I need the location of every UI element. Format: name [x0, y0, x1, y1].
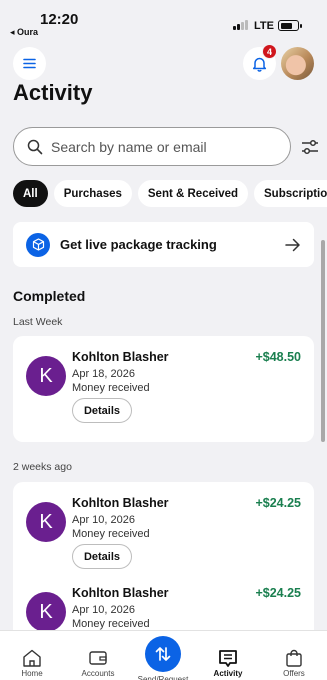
- contact-avatar: K: [26, 592, 66, 632]
- back-to-app-link[interactable]: ◂ Oura: [10, 27, 38, 38]
- wallet-icon: [89, 651, 107, 665]
- transaction-date: Apr 18, 2026: [72, 368, 135, 380]
- contact-name: Kohlton Blasher: [72, 350, 169, 364]
- transaction-type: Money received: [72, 618, 150, 630]
- transaction-card[interactable]: K Kohlton Blasher Apr 18, 2026 Money rec…: [13, 336, 314, 442]
- status-bar: 12:20 ◂ Oura LTE: [0, 0, 327, 40]
- search-input[interactable]: [51, 138, 271, 155]
- filter-chips: All Purchases Sent & Received Subscripti…: [13, 180, 327, 208]
- completed-heading: Completed: [13, 288, 86, 304]
- battery-icon: [278, 20, 302, 31]
- contact-name: Kohlton Blasher: [72, 496, 169, 510]
- tab-activity-label: Activity: [213, 669, 243, 678]
- transaction-row[interactable]: K Kohlton Blasher Apr 10, 2026 Money rec…: [13, 482, 314, 574]
- hamburger-icon: [23, 58, 36, 69]
- filter-button[interactable]: [298, 135, 322, 159]
- filter-chip-sent-received[interactable]: Sent & Received: [137, 180, 249, 207]
- battery-level: [280, 22, 292, 29]
- home-icon: [23, 649, 41, 667]
- tab-home-label: Home: [21, 669, 43, 678]
- tab-accounts-label: Accounts: [81, 669, 115, 678]
- signal-icon: [233, 20, 248, 30]
- transaction-amount: +$48.50: [255, 350, 301, 364]
- filter-chip-purchases[interactable]: Purchases: [53, 180, 132, 207]
- contact-avatar: K: [26, 502, 66, 542]
- tab-accounts[interactable]: Accounts: [66, 631, 130, 680]
- tab-send-request-label: Send/Request: [137, 675, 189, 680]
- send-request-button[interactable]: [145, 636, 181, 672]
- transaction-row[interactable]: K Kohlton Blasher Apr 18, 2026 Money rec…: [13, 336, 314, 442]
- transaction-date: Apr 10, 2026: [72, 514, 135, 526]
- contact-name: Kohlton Blasher: [72, 586, 169, 600]
- profile-avatar[interactable]: [281, 47, 314, 80]
- search-icon: [27, 139, 43, 154]
- tab-home[interactable]: Home: [0, 631, 64, 680]
- transaction-amount: +$24.25: [255, 586, 301, 600]
- group-label-2-weeks-ago: 2 weeks ago: [13, 461, 72, 473]
- package-tracking-label: Get live package tracking: [60, 237, 217, 252]
- receipt-icon: [219, 650, 237, 667]
- shopping-bag-icon: [286, 649, 302, 667]
- details-button[interactable]: Details: [72, 398, 132, 423]
- scrollbar[interactable]: [321, 240, 325, 442]
- group-label-last-week: Last Week: [13, 316, 63, 328]
- tab-offers[interactable]: Offers: [262, 631, 326, 680]
- notification-badge: 4: [262, 44, 277, 59]
- contact-avatar: K: [26, 356, 66, 396]
- arrow-right-icon: [285, 238, 300, 251]
- details-button[interactable]: Details: [72, 544, 132, 569]
- transaction-date: Apr 10, 2026: [72, 604, 135, 616]
- transaction-card[interactable]: K Kohlton Blasher Apr 10, 2026 Money rec…: [13, 482, 314, 642]
- sliders-icon: [302, 139, 318, 155]
- network-label: LTE: [254, 20, 274, 32]
- package-tracking-card[interactable]: Get live package tracking: [13, 222, 314, 267]
- transaction-amount: +$24.25: [255, 496, 301, 510]
- transaction-type: Money received: [72, 382, 150, 394]
- search-bar[interactable]: [13, 127, 291, 166]
- filter-chip-all[interactable]: All: [13, 180, 48, 207]
- page-title: Activity: [13, 80, 93, 105]
- menu-button[interactable]: [13, 47, 46, 80]
- package-icon: [26, 232, 50, 257]
- tab-activity[interactable]: Activity: [196, 631, 260, 680]
- transfer-arrows-icon: [155, 647, 171, 661]
- status-time: 12:20: [40, 11, 79, 28]
- transaction-type: Money received: [72, 528, 150, 540]
- tab-offers-label: Offers: [283, 669, 305, 678]
- filter-chip-subscriptions[interactable]: Subscriptions: [254, 180, 327, 207]
